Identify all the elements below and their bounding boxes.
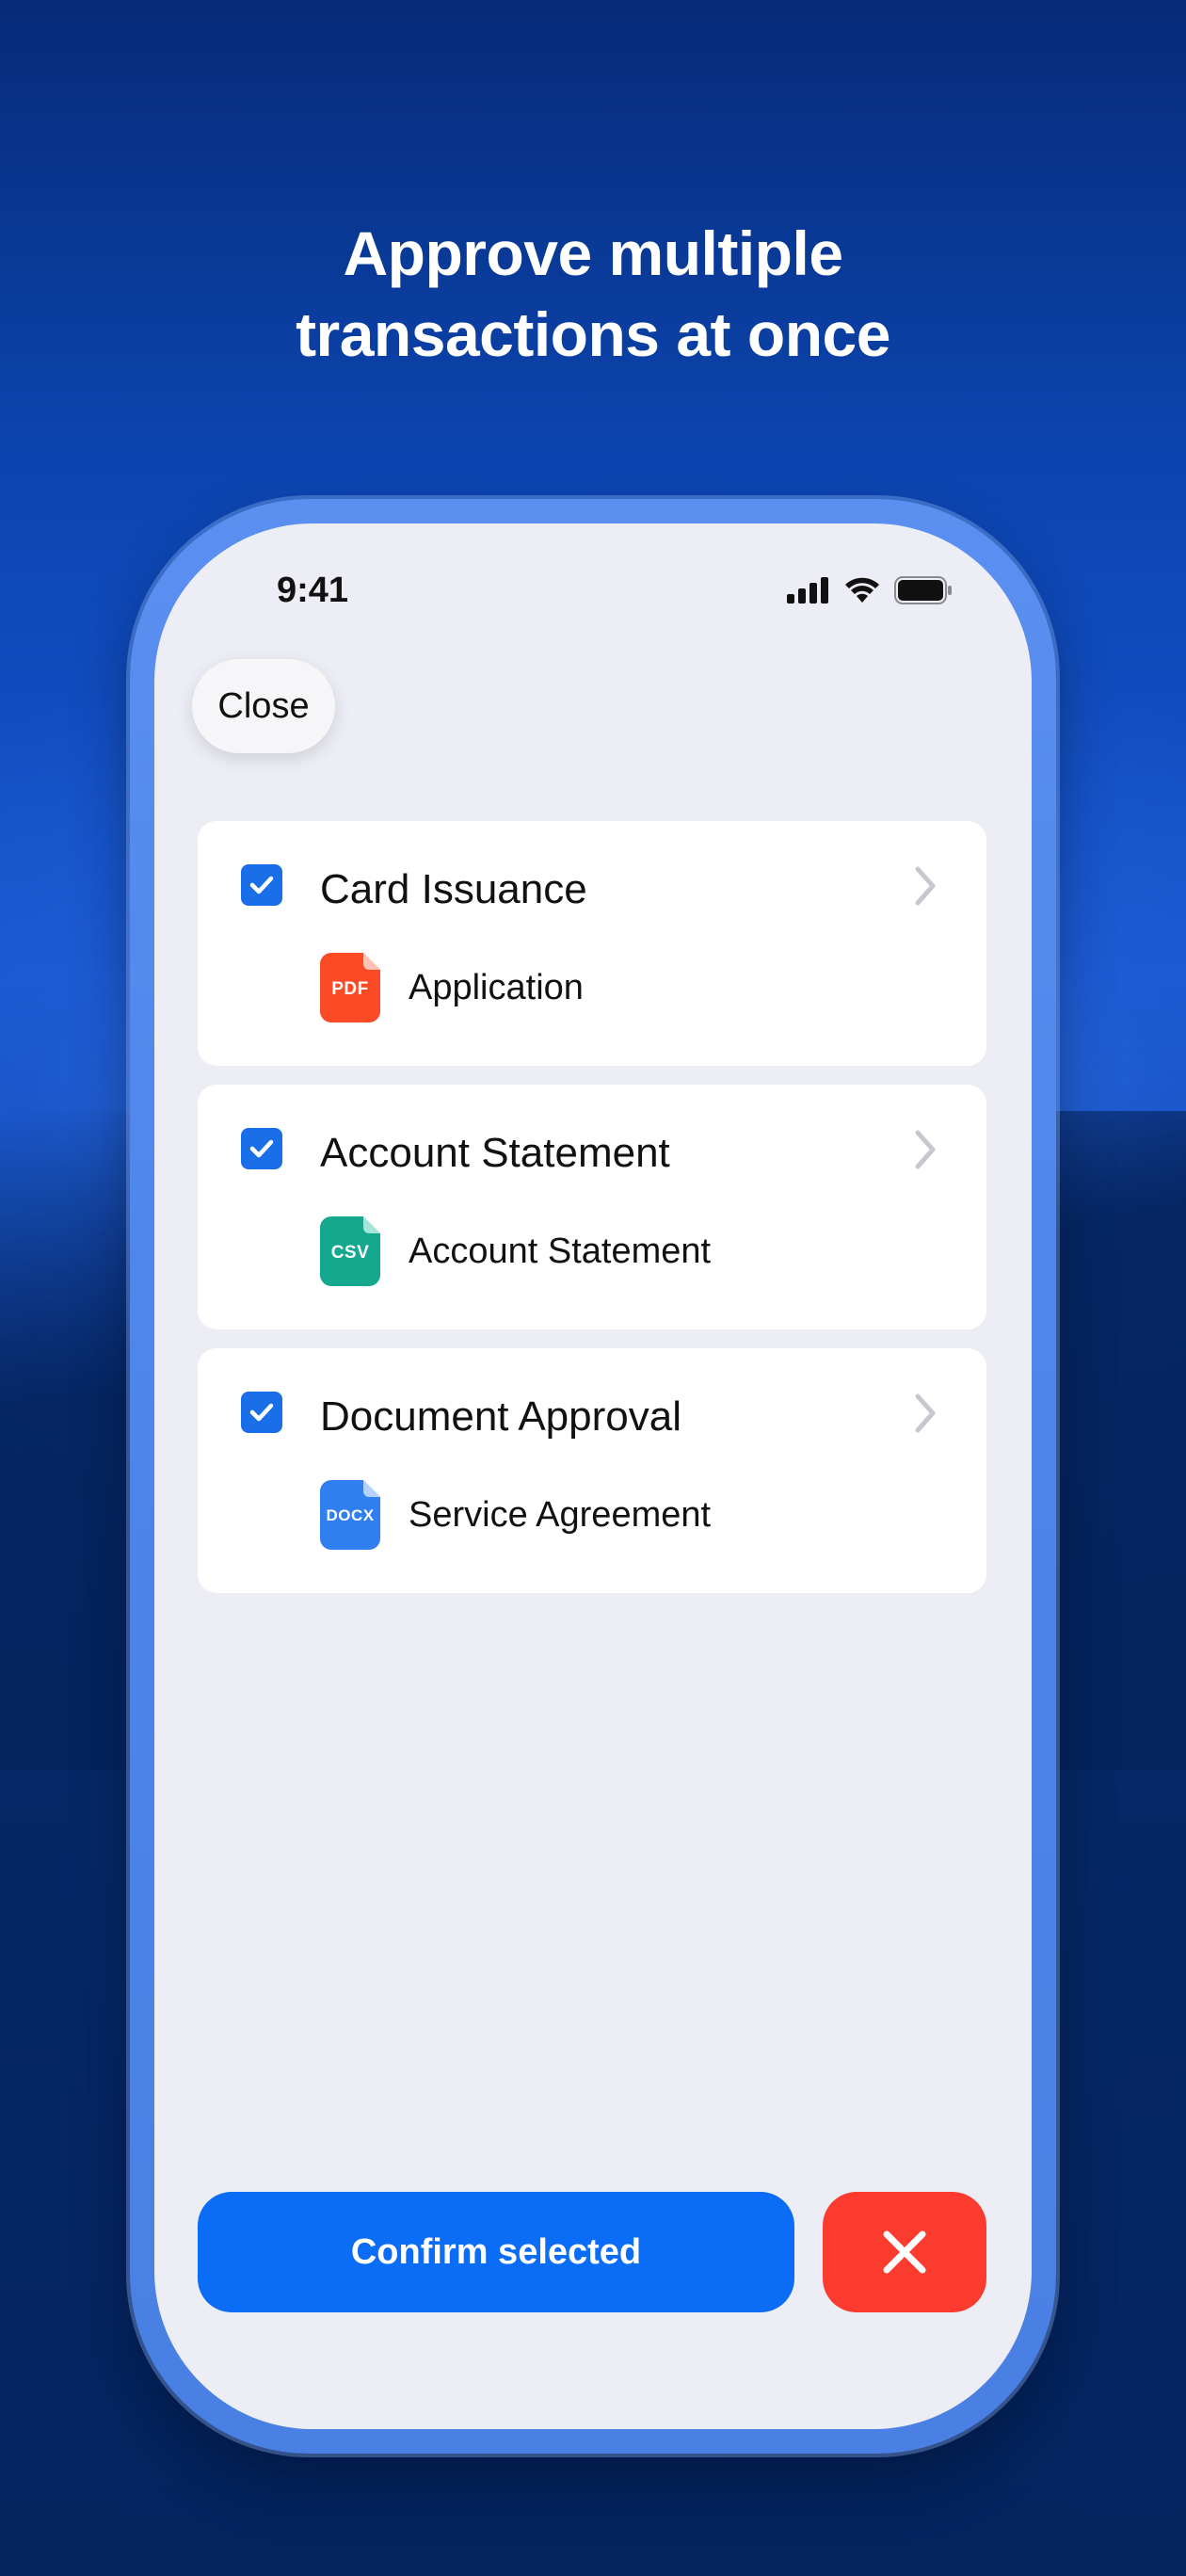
pdf-file-icon: PDF — [320, 953, 380, 1022]
battery-icon — [894, 576, 952, 604]
cellular-signal-icon — [787, 577, 828, 604]
file-name: Account Statement — [409, 1231, 712, 1271]
wifi-icon — [845, 577, 879, 603]
csv-file-icon: CSV — [320, 1216, 380, 1286]
phone-screen: 9:41 Close Card Issuance PDF Application… — [154, 523, 1032, 2429]
headline: Approve multiple transactions at once — [0, 213, 1186, 375]
transaction-card[interactable]: Document Approval DOCX Service Agreement — [198, 1348, 986, 1593]
confirm-selected-button[interactable]: Confirm selected — [198, 2192, 794, 2312]
file-name: Service Agreement — [409, 1494, 712, 1535]
headline-line-2: transactions at once — [296, 299, 890, 369]
checkmark-icon — [249, 876, 274, 894]
chevron-right-icon[interactable] — [911, 1128, 939, 1171]
transaction-card[interactable]: Card Issuance PDF Application — [198, 821, 986, 1066]
file-type-label: CSV — [330, 1243, 370, 1263]
transaction-checkbox[interactable] — [241, 1392, 282, 1433]
checkmark-icon — [249, 1139, 274, 1158]
headline-line-1: Approve multiple — [343, 218, 843, 288]
attachment-row[interactable]: DOCX Service Agreement — [320, 1480, 711, 1550]
docx-file-icon: DOCX — [320, 1480, 380, 1550]
transaction-title: Document Approval — [320, 1393, 681, 1440]
chevron-right-icon[interactable] — [911, 1392, 939, 1435]
status-time: 9:41 — [277, 571, 349, 610]
transaction-card[interactable]: Account Statement CSV Account Statement — [198, 1085, 986, 1329]
file-type-label: PDF — [331, 979, 369, 999]
close-x-icon — [883, 2230, 926, 2274]
reject-button[interactable] — [823, 2192, 986, 2312]
transaction-title: Account Statement — [320, 1130, 670, 1176]
file-type-label: DOCX — [326, 1506, 375, 1524]
transaction-checkbox[interactable] — [241, 1128, 282, 1169]
status-icons — [787, 576, 953, 604]
file-name: Application — [409, 967, 584, 1007]
checkmark-icon — [249, 1403, 274, 1422]
attachment-row[interactable]: CSV Account Statement — [320, 1216, 711, 1286]
chevron-right-icon[interactable] — [911, 864, 939, 908]
transaction-title: Card Issuance — [320, 866, 587, 912]
close-button[interactable]: Close — [192, 659, 335, 753]
attachment-row[interactable]: PDF Application — [320, 953, 584, 1022]
transaction-checkbox[interactable] — [241, 864, 282, 906]
